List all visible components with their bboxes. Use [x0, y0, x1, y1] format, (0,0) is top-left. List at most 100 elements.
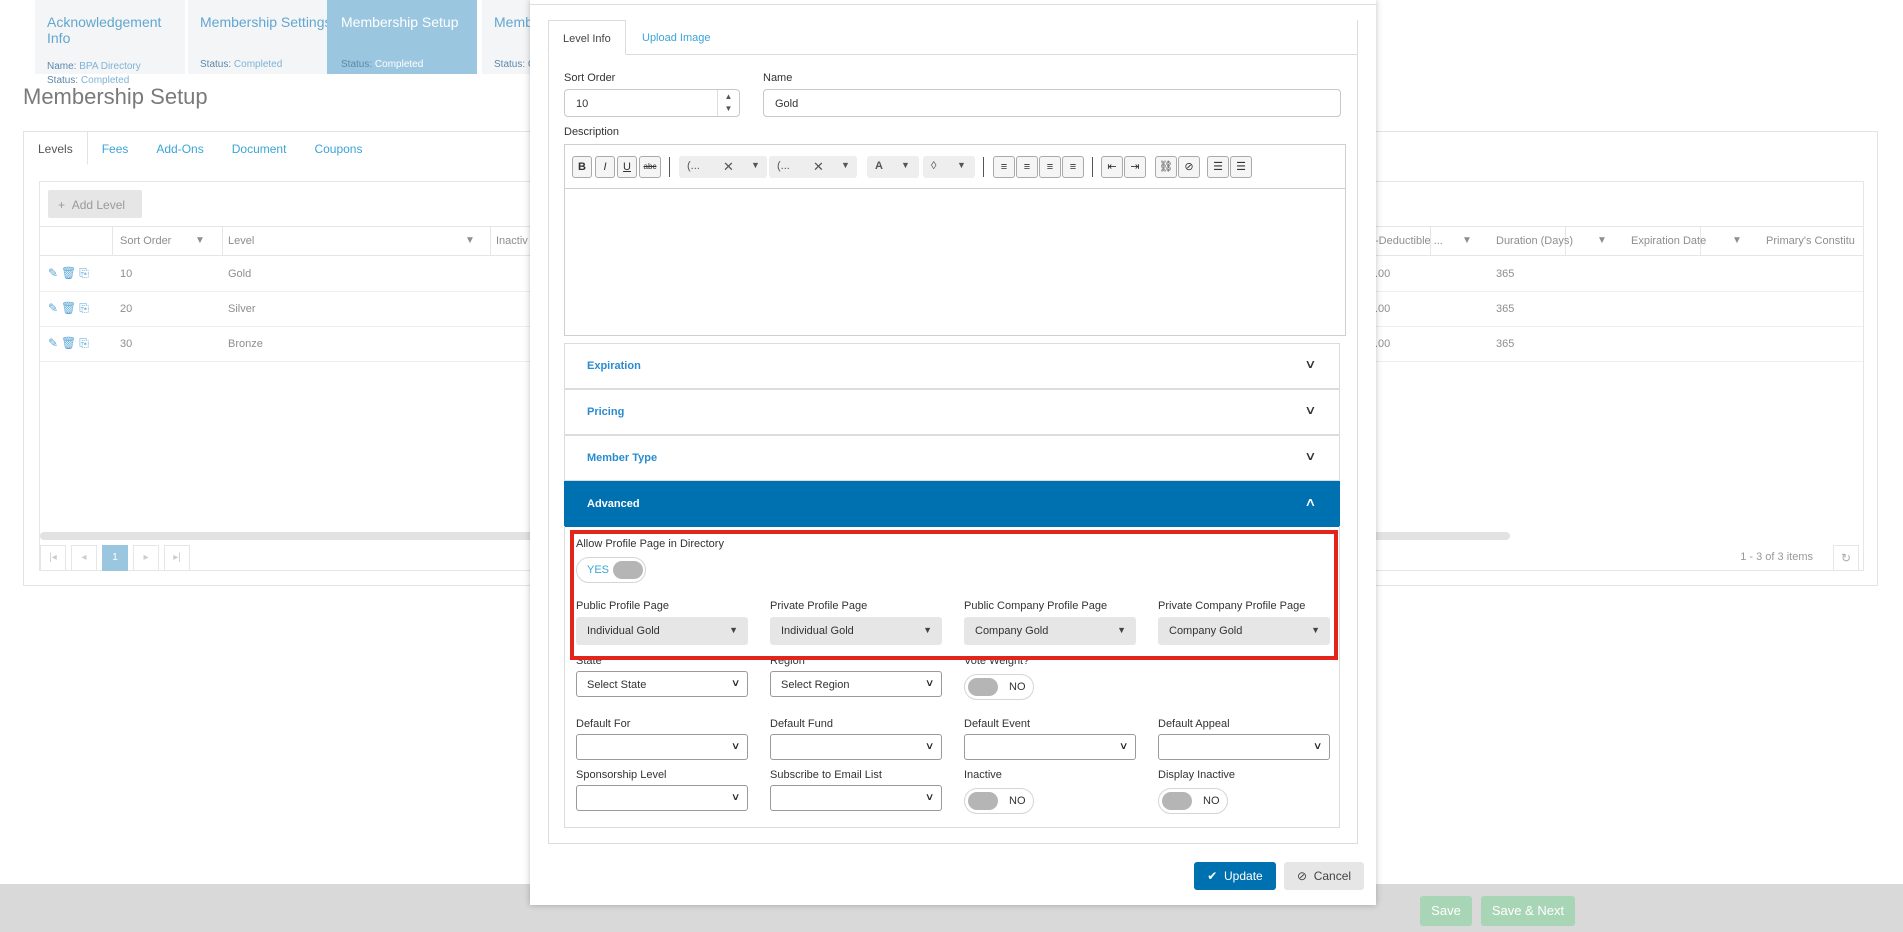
tab-document[interactable]: Document: [218, 132, 301, 165]
default-event-label: Default Event: [964, 718, 1031, 730]
column-sort-order[interactable]: Sort Order: [120, 235, 171, 247]
link-icon[interactable]: ⛓: [1155, 156, 1177, 178]
private-profile-select[interactable]: Individual Gold ▼: [770, 617, 942, 645]
font-family-dropdown[interactable]: (... ✕ ▼: [679, 156, 767, 178]
state-select[interactable]: Select State ∨: [576, 671, 748, 697]
edit-level-modal: Level Info Upload Image Sort Order 10 ▲ ▼…: [530, 0, 1376, 905]
unlink-icon[interactable]: ⊘: [1178, 156, 1200, 178]
cell-level: Bronze: [228, 338, 263, 350]
outdent-icon[interactable]: ⇤: [1101, 156, 1123, 178]
tab-add-ons[interactable]: Add-Ons: [142, 132, 217, 165]
row-actions-icons[interactable]: ✎🗑⎘: [48, 266, 92, 281]
bold-button[interactable]: B: [572, 156, 592, 178]
save-button[interactable]: Save: [1420, 896, 1472, 926]
tab-levels[interactable]: Levels: [24, 132, 88, 165]
column-inactive[interactable]: Inactiv: [496, 235, 528, 247]
pager-info: 1 - 3 of 3 items: [1740, 551, 1813, 563]
private-company-select[interactable]: Company Gold ▼: [1158, 617, 1330, 645]
public-company-select[interactable]: Company Gold ▼: [964, 617, 1136, 645]
background-color-button[interactable]: ◊ ▼: [923, 156, 975, 178]
description-editor[interactable]: B I U abc (... ✕ ▼ (... ✕ ▼ A ▼ ◊ ▼ ≡ ≡ ≡ ≡ ⇤ …: [564, 144, 1346, 336]
indent-icon[interactable]: ⇥: [1124, 156, 1146, 178]
expiration-section[interactable]: Expiration ∨: [564, 343, 1340, 389]
cell-sort: 10: [120, 268, 133, 280]
inactive-toggle[interactable]: NO: [964, 788, 1034, 814]
align-justify-icon[interactable]: ≡: [1062, 156, 1084, 178]
filter-icon[interactable]: ▼: [1597, 235, 1607, 246]
allow-profile-toggle[interactable]: YES: [576, 557, 646, 583]
name-field[interactable]: Gold: [763, 89, 1341, 117]
refresh-icon[interactable]: ↻: [1833, 545, 1859, 571]
wizard-step-acknowledgement[interactable]: Acknowledgement Info Name: BPA Directory…: [35, 0, 185, 86]
filter-icon[interactable]: ▼: [465, 235, 475, 246]
allow-profile-label: Allow Profile Page in Directory: [576, 538, 724, 550]
first-page-icon[interactable]: |◂: [40, 545, 66, 571]
advanced-section[interactable]: Advanced ∧: [564, 481, 1340, 527]
filter-icon[interactable]: ▼: [195, 235, 205, 246]
clear-icon[interactable]: ✕: [723, 159, 734, 175]
default-appeal-select[interactable]: ∨: [1158, 734, 1330, 760]
chevron-down-icon: ∨: [730, 792, 741, 803]
modal-tabs: Level Info Upload Image: [548, 20, 1358, 55]
column-duration[interactable]: Duration (Days): [1496, 235, 1573, 247]
row-actions-icons[interactable]: ✎🗑⎘: [48, 301, 92, 316]
caret-down-icon: ▼: [1117, 625, 1126, 635]
subscribe-email-select[interactable]: ∨: [770, 785, 942, 811]
droplet-icon: ◊: [931, 160, 937, 172]
inactive-label: Inactive: [964, 769, 1002, 781]
page-number-current[interactable]: 1: [102, 545, 128, 571]
cancel-button[interactable]: ⊘ Cancel: [1284, 862, 1364, 890]
tab-coupons[interactable]: Coupons: [300, 132, 376, 165]
unordered-list-icon[interactable]: ☰: [1230, 156, 1252, 178]
public-profile-select[interactable]: Individual Gold ▼: [576, 617, 748, 645]
region-select[interactable]: Select Region ∨: [770, 671, 942, 697]
update-button[interactable]: ✔ Update: [1194, 862, 1276, 890]
member-type-section[interactable]: Member Type ∨: [564, 435, 1340, 481]
cell-sort: 20: [120, 303, 133, 315]
align-left-icon[interactable]: ≡: [993, 156, 1015, 178]
tab-fees[interactable]: Fees: [88, 132, 143, 165]
next-page-icon[interactable]: ▸: [133, 545, 159, 571]
display-inactive-toggle[interactable]: NO: [1158, 788, 1228, 814]
ordered-list-icon[interactable]: ☰: [1207, 156, 1229, 178]
column-primary-constituent[interactable]: Primary's Constitu: [1766, 235, 1855, 247]
section-title: Member Type: [587, 452, 658, 464]
caret-down-icon: ▼: [1311, 625, 1320, 635]
sort-order-stepper[interactable]: 10 ▲ ▼: [564, 89, 740, 117]
filter-icon[interactable]: ▼: [1732, 235, 1742, 246]
chevron-down-icon: ∨: [1304, 357, 1317, 371]
vote-weight-toggle[interactable]: NO: [964, 674, 1034, 700]
wizard-step-membership-setup[interactable]: Membership Setup Status: Completed: [327, 0, 477, 74]
column-level[interactable]: Level: [228, 235, 254, 247]
cell-duration: 365: [1496, 268, 1515, 280]
font-color-button[interactable]: A ▼: [867, 156, 919, 178]
pricing-section[interactable]: Pricing ∨: [564, 389, 1340, 435]
description-label: Description: [564, 126, 620, 138]
underline-button[interactable]: U: [617, 156, 637, 178]
tab-upload-image[interactable]: Upload Image: [628, 20, 725, 55]
row-actions-icons[interactable]: ✎🗑⎘: [48, 336, 92, 351]
chevron-down-icon: ∨: [924, 741, 935, 752]
column-deductible[interactable]: -Deductible ...: [1375, 235, 1443, 247]
filter-icon[interactable]: ▼: [1462, 235, 1472, 246]
align-right-icon[interactable]: ≡: [1039, 156, 1061, 178]
default-fund-select[interactable]: ∨: [770, 734, 942, 760]
wizard-step-title: Membership Setup: [341, 14, 459, 30]
section-title: Advanced: [587, 498, 640, 510]
column-expiration-date[interactable]: Expiration Date: [1631, 235, 1706, 247]
italic-button[interactable]: I: [595, 156, 615, 178]
tab-level-info[interactable]: Level Info: [548, 20, 626, 55]
sponsorship-level-select[interactable]: ∨: [576, 785, 748, 811]
strikethrough-button[interactable]: abc: [639, 156, 661, 178]
clear-icon[interactable]: ✕: [813, 159, 824, 175]
font-size-dropdown[interactable]: (... ✕ ▼: [769, 156, 857, 178]
save-next-button[interactable]: Save & Next: [1481, 896, 1575, 926]
stepper-arrows-icon[interactable]: ▲ ▼: [717, 90, 739, 116]
default-event-select[interactable]: ∨: [964, 734, 1136, 760]
prev-page-icon[interactable]: ◂: [71, 545, 97, 571]
align-center-icon[interactable]: ≡: [1016, 156, 1038, 178]
last-page-icon[interactable]: ▸|: [164, 545, 190, 571]
caret-down-icon: ▼: [841, 160, 850, 170]
add-level-button[interactable]: + Add Level: [48, 190, 142, 218]
default-for-select[interactable]: ∨: [576, 734, 748, 760]
